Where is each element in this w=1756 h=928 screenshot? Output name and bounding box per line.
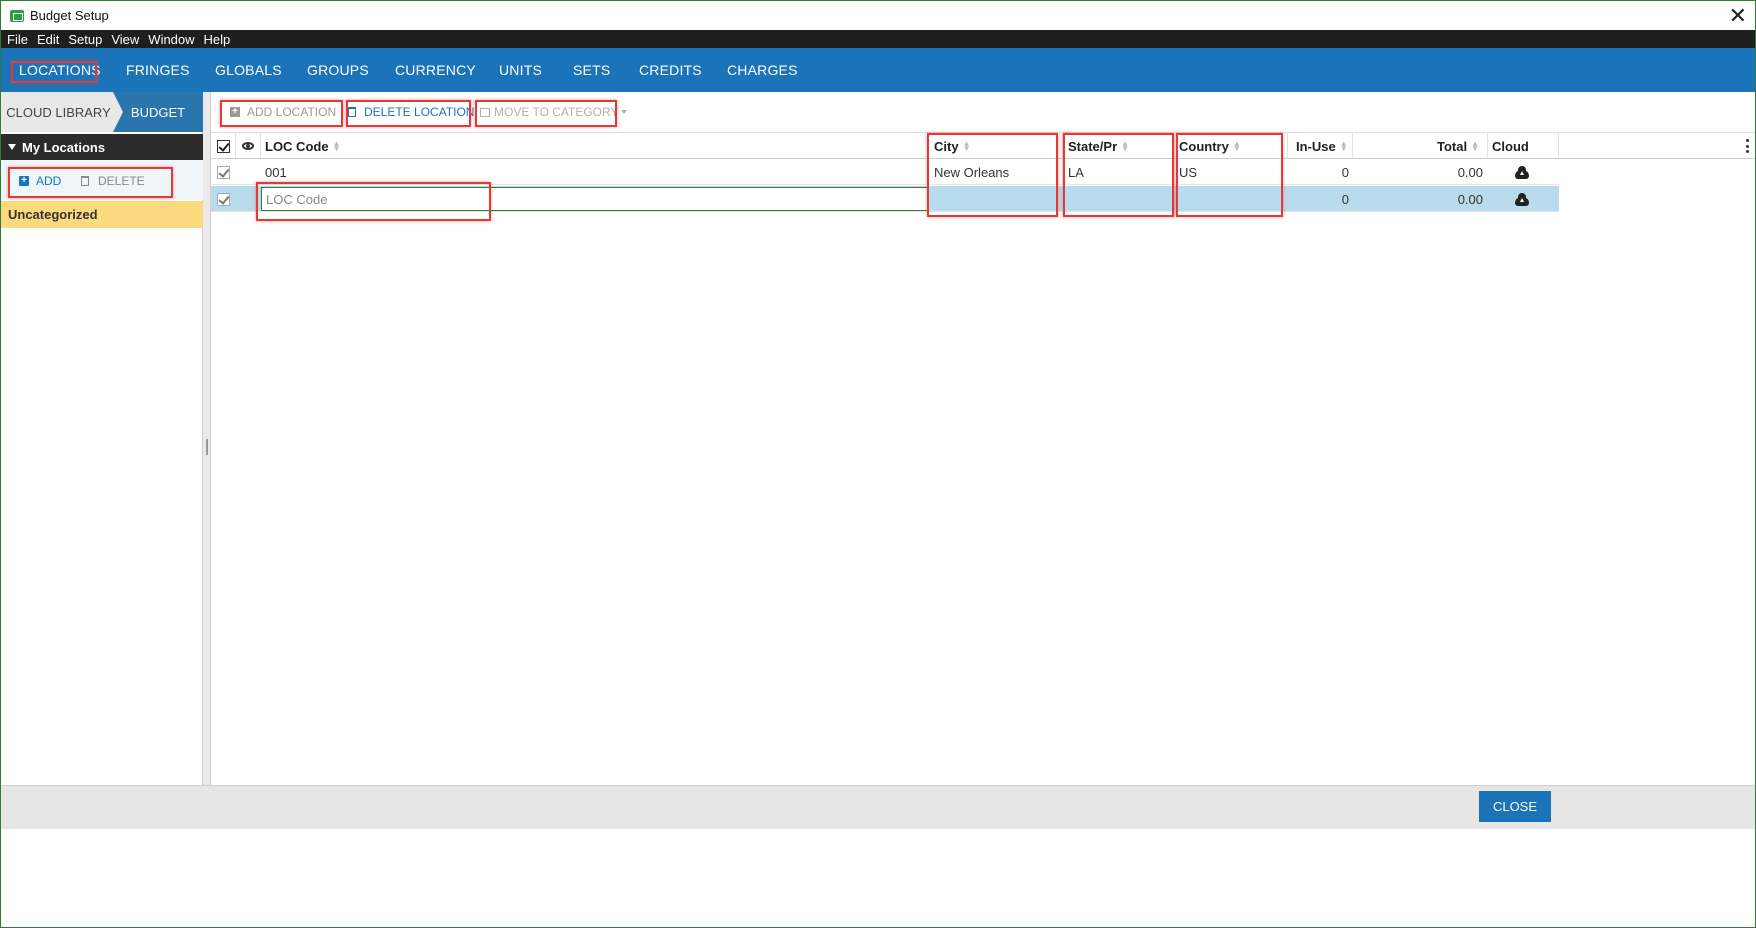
tab-credits[interactable]: CREDITS bbox=[639, 62, 702, 78]
total-cell: 0.00 bbox=[1457, 164, 1483, 180]
move-icon bbox=[480, 107, 490, 117]
library-switcher: CLOUD LIBRARY BUDGET bbox=[1, 92, 203, 132]
trash-icon bbox=[348, 107, 356, 117]
add-location-label: ADD LOCATION bbox=[247, 105, 337, 119]
close-button[interactable]: CLOSE bbox=[1479, 791, 1551, 822]
menu-file[interactable]: File bbox=[7, 32, 28, 47]
cloud-header-label: Cloud bbox=[1492, 138, 1529, 154]
tab-currency[interactable]: CURRENCY bbox=[395, 62, 476, 78]
select-all-checkbox[interactable] bbox=[216, 139, 230, 153]
sort-icon: ▲ ▼ bbox=[1121, 139, 1130, 153]
city-cell[interactable]: New Orleans bbox=[934, 159, 1009, 185]
column-header-total[interactable]: Total ▲ ▼ bbox=[1353, 133, 1488, 159]
app-logo-icon bbox=[10, 9, 24, 22]
country-header-label: Country bbox=[1179, 138, 1229, 154]
row-checkbox-cell bbox=[217, 186, 231, 212]
chevron-down-icon bbox=[621, 110, 628, 114]
column-header-country[interactable]: Country ▲ ▼ bbox=[1174, 133, 1288, 159]
dialog-footer: CLOSE bbox=[1, 785, 1755, 829]
menu-view[interactable]: View bbox=[111, 32, 139, 47]
table-row-editing[interactable]: 0 0.00 bbox=[211, 186, 1559, 212]
window-close-icon[interactable]: ✕ bbox=[1729, 4, 1747, 29]
column-header-cloud: Cloud bbox=[1488, 133, 1559, 159]
plus-icon: + bbox=[19, 176, 29, 186]
add-category-label: ADD bbox=[36, 174, 62, 188]
loc-code-cell[interactable]: 001 bbox=[265, 159, 287, 185]
column-options-icon[interactable] bbox=[1746, 139, 1749, 153]
locations-toolbar: + ADD LOCATION DELETE LOCATION MOVE TO C… bbox=[211, 92, 1755, 132]
collapse-triangle-icon bbox=[8, 144, 16, 150]
category-actions: + ADD DELETE bbox=[1, 160, 203, 200]
add-location-button[interactable]: + ADD LOCATION bbox=[230, 105, 336, 119]
title-bar: Budget Setup ✕ bbox=[1, 1, 1755, 30]
delete-category-label: DELETE bbox=[98, 174, 145, 188]
window-title: Budget Setup bbox=[30, 8, 109, 23]
plus-icon: + bbox=[230, 107, 240, 117]
country-cell[interactable]: US bbox=[1179, 159, 1197, 185]
sort-icon: ▲ ▼ bbox=[1471, 139, 1479, 153]
state-cell[interactable]: LA bbox=[1068, 159, 1084, 185]
city-header-label: City bbox=[934, 138, 959, 154]
visibility-column-header bbox=[236, 133, 261, 159]
category-uncategorized[interactable]: Uncategorized bbox=[1, 201, 203, 228]
total-cell: 0.00 bbox=[1457, 191, 1483, 207]
delete-category-button[interactable]: DELETE bbox=[81, 174, 145, 188]
sort-icon: ▲ ▼ bbox=[962, 139, 971, 153]
tab-groups[interactable]: GROUPS bbox=[307, 62, 369, 78]
tab-globals[interactable]: GLOBALS bbox=[215, 62, 282, 78]
my-locations-header[interactable]: My Locations bbox=[1, 134, 203, 160]
tab-sets[interactable]: SETS bbox=[573, 62, 610, 78]
table-row[interactable]: 001 New Orleans LA US 0 0.00 bbox=[211, 159, 1559, 185]
menu-setup[interactable]: Setup bbox=[68, 32, 102, 47]
move-to-category-button[interactable]: MOVE TO CATEGORY bbox=[480, 105, 628, 119]
sort-icon: ▲ ▼ bbox=[332, 139, 341, 153]
total-header-label: Total bbox=[1436, 138, 1468, 154]
sort-icon: ▲ ▼ bbox=[1339, 139, 1348, 153]
cloud-upload-icon[interactable] bbox=[1515, 166, 1529, 179]
column-header-city[interactable]: City ▲ ▼ bbox=[928, 133, 1063, 159]
tab-fringes[interactable]: FRINGES bbox=[126, 62, 190, 78]
in-use-cell: 0 bbox=[1341, 164, 1349, 180]
budget-setup-window: Budget Setup ✕ File Edit Setup View Wind… bbox=[0, 0, 1756, 928]
row-checkbox[interactable] bbox=[217, 165, 230, 179]
setup-tab-bar: LOCATIONS FRINGES GLOBALS GROUPS CURRENC… bbox=[1, 48, 1755, 92]
menu-window[interactable]: Window bbox=[148, 32, 194, 47]
column-header-state[interactable]: State/Pr ▲ ▼ bbox=[1063, 133, 1174, 159]
locations-sidebar: CLOUD LIBRARY BUDGET My Locations + ADD … bbox=[1, 92, 203, 785]
row-checkbox[interactable] bbox=[217, 192, 230, 206]
eye-icon[interactable] bbox=[242, 142, 254, 150]
loc-code-header-label: LOC Code bbox=[265, 138, 329, 154]
loc-code-input[interactable] bbox=[261, 187, 928, 211]
grid-header: LOC Code ▲ ▼ City ▲ ▼ State/Pr ▲ ▼ Country … bbox=[211, 132, 1755, 159]
in-use-header-label: In-Use bbox=[1296, 138, 1336, 154]
cloud-upload-icon[interactable] bbox=[1515, 193, 1529, 206]
budget-tab[interactable]: BUDGET bbox=[113, 92, 203, 132]
in-use-cell: 0 bbox=[1341, 191, 1349, 207]
menu-edit[interactable]: Edit bbox=[37, 32, 59, 47]
locations-grid: LOC Code ▲ ▼ City ▲ ▼ State/Pr ▲ ▼ Country … bbox=[211, 132, 1755, 785]
splitter-grip-icon[interactable] bbox=[206, 439, 208, 455]
select-all-checkbox-cell bbox=[211, 133, 236, 159]
cloud-library-tab[interactable]: CLOUD LIBRARY bbox=[1, 92, 116, 132]
move-to-category-label: MOVE TO CATEGORY bbox=[494, 105, 619, 119]
sort-icon: ▲ ▼ bbox=[1232, 139, 1241, 153]
my-locations-title: My Locations bbox=[22, 139, 106, 155]
menu-bar: File Edit Setup View Window Help bbox=[1, 30, 1755, 48]
tab-locations[interactable]: LOCATIONS bbox=[19, 62, 101, 78]
tab-units[interactable]: UNITS bbox=[499, 62, 542, 78]
delete-location-button[interactable]: DELETE LOCATION bbox=[348, 105, 474, 119]
state-header-label: State/Pr bbox=[1068, 138, 1118, 154]
trash-icon bbox=[81, 176, 89, 186]
menu-help[interactable]: Help bbox=[204, 32, 231, 47]
add-category-button[interactable]: + ADD bbox=[19, 174, 61, 188]
column-header-loc-code[interactable]: LOC Code ▲ ▼ bbox=[261, 133, 928, 159]
delete-location-label: DELETE LOCATION bbox=[364, 105, 475, 119]
column-header-in-use[interactable]: In-Use ▲ ▼ bbox=[1288, 133, 1353, 159]
breadcrumb-arrow bbox=[113, 92, 123, 132]
tab-charges[interactable]: CHARGES bbox=[727, 62, 798, 78]
row-checkbox-cell bbox=[217, 159, 231, 185]
